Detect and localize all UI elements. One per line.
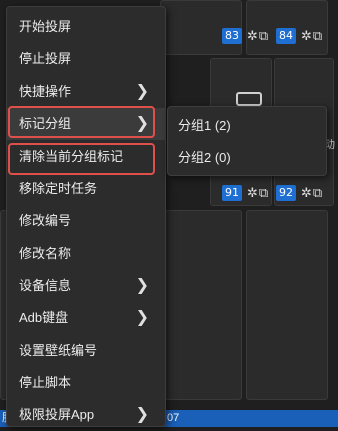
- menu-item-label: 设备信息: [19, 278, 72, 293]
- menu-item-label: Adb键盘: [19, 310, 69, 325]
- menu-item-stop-cast[interactable]: 停止投屏: [7, 43, 165, 75]
- menu-item-label: 修改编号: [19, 213, 72, 228]
- menu-item-extreme-cast-app[interactable]: 极限投屏App ❯: [7, 399, 165, 431]
- menu-item-mark-group[interactable]: 标记分组 ❯: [7, 108, 165, 140]
- submenu-item-group-2[interactable]: 分组2 (0): [168, 142, 326, 174]
- chevron-right-icon: ❯: [135, 277, 149, 294]
- menu-item-device-info[interactable]: 设备信息 ❯: [7, 270, 165, 302]
- submenu-item-label: 分组1 (2): [178, 118, 231, 133]
- menu-item-label: 设置壁纸编号: [19, 343, 98, 358]
- context-menu: 开始投屏 停止投屏 快捷操作 ❯ 标记分组 ❯ 清除当前分组标记 移除定时任务 …: [6, 6, 166, 427]
- device-tile-icons[interactable]: ✲⧉: [247, 28, 269, 44]
- menu-item-label: 清除当前分组标记: [19, 149, 124, 164]
- menu-item-adb-keyboard[interactable]: Adb键盘 ❯: [7, 302, 165, 334]
- menu-item-label: 开始投屏: [19, 19, 72, 34]
- menu-item-start-cast[interactable]: 开始投屏: [7, 11, 165, 43]
- menu-item-remove-scheduled-task[interactable]: 移除定时任务: [7, 173, 165, 205]
- menu-item-edit-number[interactable]: 修改编号: [7, 205, 165, 237]
- device-number-badge: 83: [222, 28, 242, 44]
- device-tile-icons[interactable]: ✲⧉: [247, 185, 269, 201]
- menu-item-clear-group-mark[interactable]: 清除当前分组标记: [7, 141, 165, 173]
- device-tile-bottom-1[interactable]: [160, 210, 242, 400]
- menu-item-label: 快捷操作: [19, 84, 72, 99]
- chevron-right-icon: ❯: [135, 406, 149, 423]
- status-right-text: 07: [167, 412, 180, 424]
- device-tile-bottom-2[interactable]: [246, 210, 328, 400]
- device-tile-icons[interactable]: ✲⧉: [301, 185, 323, 201]
- device-tile-icons[interactable]: ✲⧉: [301, 28, 323, 44]
- device-number-badge: 84: [276, 28, 296, 44]
- menu-item-label: 停止脚本: [19, 375, 72, 390]
- menu-item-label: 标记分组: [19, 116, 72, 131]
- menu-item-quick-actions[interactable]: 快捷操作 ❯: [7, 76, 165, 108]
- menu-item-label: 移除定时任务: [19, 181, 98, 196]
- phone-icon: [236, 92, 262, 106]
- chevron-right-icon: ❯: [135, 83, 149, 100]
- chevron-right-icon: ❯: [135, 115, 149, 132]
- menu-item-label: 修改名称: [19, 246, 72, 261]
- device-number-badge: 92: [276, 185, 296, 201]
- menu-item-edit-name[interactable]: 修改名称: [7, 238, 165, 270]
- menu-item-label: 极限投屏App: [19, 407, 95, 422]
- device-number-badge: 91: [222, 185, 242, 201]
- menu-item-stop-script[interactable]: 停止脚本: [7, 367, 165, 399]
- menu-item-set-wallpaper-number[interactable]: 设置壁纸编号: [7, 335, 165, 367]
- submenu-item-group-1[interactable]: 分组1 (2): [168, 110, 326, 142]
- chevron-right-icon: ❯: [135, 309, 149, 326]
- menu-item-label: 停止投屏: [19, 51, 72, 66]
- group-submenu: 分组1 (2) 分组2 (0): [167, 106, 327, 176]
- submenu-item-label: 分组2 (0): [178, 150, 231, 165]
